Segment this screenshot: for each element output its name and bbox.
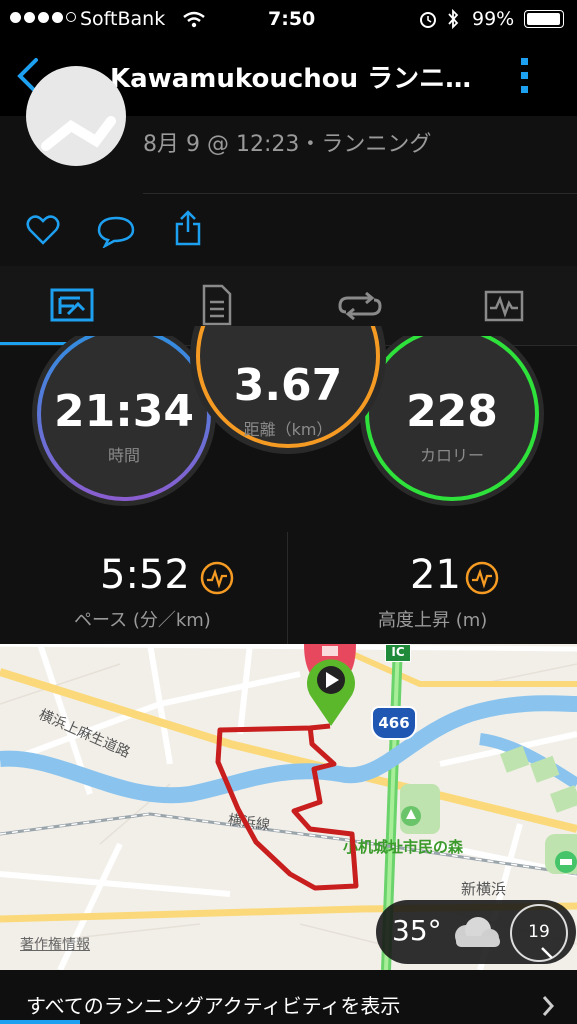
status-bar: SoftBank 7:50 99% bbox=[0, 0, 577, 38]
temperature: 35° bbox=[392, 914, 442, 947]
signal-strength-icon bbox=[10, 12, 76, 23]
pace-stat[interactable]: 5:52 ペース (分／km) bbox=[0, 532, 287, 644]
divider bbox=[143, 193, 577, 194]
insight-icon bbox=[465, 561, 499, 595]
copyright-link[interactable]: 著作権情報 bbox=[20, 934, 90, 954]
distance-label: 距離（km） bbox=[243, 420, 333, 439]
details-tab-icon bbox=[202, 284, 232, 326]
tab-charts[interactable] bbox=[432, 266, 577, 346]
all-activities-link[interactable]: すべてのランニングアクティビティを表示 bbox=[0, 970, 577, 1024]
activity-header: 8月 9 @ 12:23・ランニング bbox=[0, 66, 577, 266]
chevron-right-icon bbox=[542, 996, 555, 1016]
wind-indicator: 19 bbox=[510, 904, 568, 962]
pace-label: ペース (分／km) bbox=[74, 610, 211, 631]
stats-row: 5:52 ペース (分／km) 21 高度上昇 (m) bbox=[0, 532, 577, 644]
clock: 7:50 bbox=[268, 8, 316, 30]
wifi-icon bbox=[183, 11, 205, 28]
elevation-label: 高度上昇 (m) bbox=[378, 610, 488, 631]
wind-direction-icon bbox=[541, 947, 553, 959]
comment-icon[interactable] bbox=[97, 214, 135, 248]
page-title: Kawamukouchou ランニ… bbox=[110, 64, 472, 94]
laps-tab-icon bbox=[338, 292, 382, 320]
runner-avatar-icon bbox=[41, 116, 116, 151]
scroll-indicator bbox=[0, 1020, 80, 1024]
route-map[interactable]: 横浜上麻生道路 横浜線 小机城址市民の森 新横浜 466 IC 著作権情報 35… bbox=[0, 644, 577, 970]
elevation-value: 21 bbox=[410, 552, 461, 598]
wind-speed: 19 bbox=[528, 922, 550, 942]
alarm-icon bbox=[420, 12, 436, 28]
pace-value: 5:52 bbox=[100, 552, 190, 598]
avatar[interactable] bbox=[26, 66, 126, 166]
stats-tab-icon bbox=[50, 288, 94, 322]
summary-rings: 21:34 時間 228 カロリー 3.67 距離（km） bbox=[0, 326, 577, 532]
heart-icon[interactable] bbox=[26, 214, 60, 246]
battery-percent: 99% bbox=[472, 8, 515, 30]
tab-stats[interactable] bbox=[0, 266, 144, 346]
battery-icon bbox=[524, 10, 564, 28]
weather-widget[interactable]: 35° 19 bbox=[376, 900, 576, 964]
kebab-menu-icon[interactable] bbox=[518, 56, 532, 96]
elevation-stat[interactable]: 21 高度上昇 (m) bbox=[288, 532, 577, 644]
activity-date-type: 8月 9 @ 12:23・ランニング bbox=[143, 132, 432, 157]
bluetooth-icon bbox=[448, 8, 459, 30]
cloudy-icon bbox=[455, 917, 500, 947]
start-pin-icon bbox=[307, 659, 355, 726]
distance-ring: 3.67 距離（km） bbox=[190, 326, 386, 472]
distance-value: 3.67 bbox=[233, 360, 343, 411]
share-icon[interactable] bbox=[174, 210, 202, 246]
carrier-label: SoftBank bbox=[80, 8, 166, 30]
insight-icon bbox=[200, 561, 234, 595]
all-activities-label: すべてのランニングアクティビティを表示 bbox=[26, 994, 401, 1018]
charts-tab-icon bbox=[484, 290, 524, 322]
